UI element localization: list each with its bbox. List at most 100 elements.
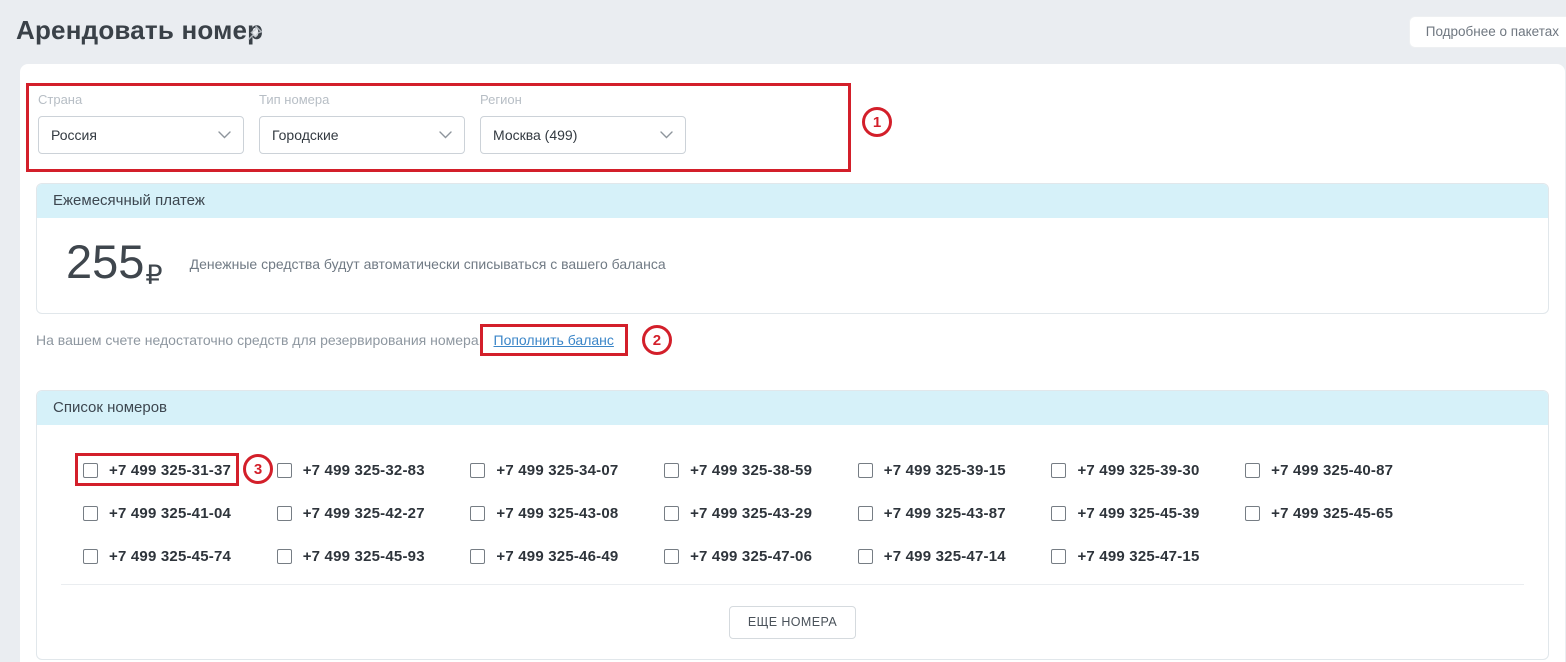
ruble-sign: ₽ — [145, 260, 162, 290]
phone-number-label: +7 499 325-45-65 — [1271, 505, 1393, 522]
number-type-select-value: Городские — [272, 127, 339, 143]
phone-number-option[interactable]: +7 499 325-45-74 — [83, 548, 231, 565]
phone-number-label: +7 499 325-43-08 — [496, 505, 618, 522]
phone-number-label: +7 499 325-38-59 — [690, 462, 812, 479]
filters-row: Страна Россия Тип номера Городские Регио… — [36, 80, 1549, 172]
phone-number-option[interactable]: +7 499 325-45-39 — [1051, 505, 1199, 522]
checkbox-icon[interactable] — [664, 549, 679, 564]
phone-number-option[interactable]: +7 499 325-39-15 — [858, 462, 1006, 479]
phone-number-option[interactable]: +7 499 325-39-30 — [1051, 462, 1199, 479]
region-field: Регион Москва (499) — [480, 92, 686, 154]
monthly-price-description: Денежные средства будут автоматически сп… — [190, 256, 666, 272]
numbers-list-header: Список номеров — [37, 391, 1548, 425]
monthly-payment-body: 255₽ Денежные средства будут автоматичес… — [37, 218, 1548, 313]
checkbox-icon[interactable] — [858, 549, 873, 564]
checkbox-icon[interactable] — [470, 463, 485, 478]
main-card: Страна Россия Тип номера Городские Регио… — [20, 64, 1565, 662]
phone-number-option[interactable]: +7 499 325-40-87 — [1245, 462, 1393, 479]
checkbox-icon[interactable] — [1051, 506, 1066, 521]
region-select[interactable]: Москва (499) — [480, 116, 686, 154]
phone-number-label: +7 499 325-45-93 — [303, 548, 425, 565]
phone-number-label: +7 499 325-46-49 — [496, 548, 618, 565]
pin-icon[interactable] — [246, 24, 264, 42]
phone-number-label: +7 499 325-39-30 — [1077, 462, 1199, 479]
phone-number-option[interactable]: +7 499 325-43-29 — [664, 505, 812, 522]
monthly-payment-header: Ежемесячный платеж — [37, 184, 1548, 218]
phone-number-label: +7 499 325-32-83 — [303, 462, 425, 479]
phone-number-option[interactable]: +7 499 325-32-83 — [277, 462, 425, 479]
checkbox-icon[interactable] — [470, 506, 485, 521]
phone-number-option[interactable]: +7 499 325-45-93 — [277, 548, 425, 565]
number-type-select[interactable]: Городские — [259, 116, 465, 154]
checkbox-icon[interactable] — [83, 506, 98, 521]
checkbox-icon[interactable] — [1245, 506, 1260, 521]
chevron-down-icon — [439, 131, 452, 139]
numbers-grid: +7 499 325-31-373+7 499 325-32-83+7 499 … — [37, 425, 1548, 578]
checkbox-icon[interactable] — [277, 463, 292, 478]
top-up-balance-link[interactable]: Пополнить баланс — [494, 332, 614, 348]
phone-number-option[interactable]: +7 499 325-47-14 — [858, 548, 1006, 565]
rent-number-page: { "page": { "title": "Арендовать номер" … — [0, 0, 1566, 662]
phone-number-option[interactable]: +7 499 325-46-49 — [470, 548, 618, 565]
balance-warning-row: На вашем счете недостаточно средств для … — [36, 321, 1549, 359]
phone-number-label: +7 499 325-41-04 — [109, 505, 231, 522]
country-label: Страна — [38, 92, 244, 107]
phone-number-option[interactable]: +7 499 325-42-27 — [277, 505, 425, 522]
region-select-value: Москва (499) — [493, 127, 577, 143]
region-label: Регион — [480, 92, 686, 107]
phone-number-label: +7 499 325-45-39 — [1077, 505, 1199, 522]
checkbox-icon[interactable] — [83, 549, 98, 564]
number-type-field: Тип номера Городские — [259, 92, 465, 154]
chevron-down-icon — [660, 131, 673, 139]
price-amount: 255 — [66, 235, 144, 288]
phone-number-option[interactable]: +7 499 325-38-59 — [664, 462, 812, 479]
checkbox-icon[interactable] — [1245, 463, 1260, 478]
annotation-circle-1: 1 — [862, 107, 892, 137]
checkbox-icon[interactable] — [664, 463, 679, 478]
checkbox-icon[interactable] — [858, 463, 873, 478]
country-select[interactable]: Россия — [38, 116, 244, 154]
page-header: Арендовать номер Подробнее о пакетах — [0, 0, 1566, 64]
annotation-box-2: Пополнить баланс — [480, 324, 628, 356]
numbers-list-panel: Список номеров +7 499 325-31-373+7 499 3… — [36, 390, 1549, 660]
checkbox-icon[interactable] — [858, 506, 873, 521]
chevron-down-icon — [218, 131, 231, 139]
packages-details-button[interactable]: Подробнее о пакетах — [1409, 16, 1566, 48]
more-numbers-row: ЕЩЕ НОМЕРА — [37, 585, 1548, 659]
checkbox-icon[interactable] — [83, 463, 98, 478]
monthly-payment-panel: Ежемесячный платеж 255₽ Денежные средств… — [36, 183, 1549, 314]
checkbox-icon[interactable] — [470, 549, 485, 564]
phone-number-label: +7 499 325-34-07 — [496, 462, 618, 479]
phone-number-option[interactable]: +7 499 325-45-65 — [1245, 505, 1393, 522]
annotation-circle-2: 2 — [642, 325, 672, 355]
annotation-box-1: Страна Россия Тип номера Городские Регио… — [26, 83, 851, 172]
checkbox-icon[interactable] — [1051, 463, 1066, 478]
phone-number-option[interactable]: +7 499 325-43-87 — [858, 505, 1006, 522]
phone-number-label: +7 499 325-31-37 — [109, 462, 231, 479]
phone-number-option[interactable]: +7 499 325-31-373 — [83, 462, 231, 479]
annotation-circle-3: 3 — [243, 454, 273, 484]
checkbox-icon[interactable] — [277, 506, 292, 521]
phone-number-label: +7 499 325-43-29 — [690, 505, 812, 522]
checkbox-icon[interactable] — [277, 549, 292, 564]
phone-number-label: +7 499 325-47-15 — [1077, 548, 1199, 565]
more-numbers-button[interactable]: ЕЩЕ НОМЕРА — [729, 606, 856, 639]
monthly-price: 255₽ — [66, 238, 163, 289]
phone-number-label: +7 499 325-39-15 — [884, 462, 1006, 479]
phone-number-option[interactable]: +7 499 325-41-04 — [83, 505, 231, 522]
phone-number-option[interactable]: +7 499 325-47-15 — [1051, 548, 1199, 565]
phone-number-label: +7 499 325-45-74 — [109, 548, 231, 565]
phone-number-label: +7 499 325-47-14 — [884, 548, 1006, 565]
checkbox-icon[interactable] — [1051, 549, 1066, 564]
phone-number-option[interactable]: +7 499 325-47-06 — [664, 548, 812, 565]
phone-number-option[interactable]: +7 499 325-34-07 — [470, 462, 618, 479]
country-field: Страна Россия — [38, 92, 244, 154]
phone-number-option[interactable]: +7 499 325-43-08 — [470, 505, 618, 522]
phone-number-label: +7 499 325-40-87 — [1271, 462, 1393, 479]
checkbox-icon[interactable] — [664, 506, 679, 521]
number-type-label: Тип номера — [259, 92, 465, 107]
phone-number-label: +7 499 325-42-27 — [303, 505, 425, 522]
phone-number-label: +7 499 325-47-06 — [690, 548, 812, 565]
phone-number-label: +7 499 325-43-87 — [884, 505, 1006, 522]
balance-warning-text: На вашем счете недостаточно средств для … — [36, 332, 483, 348]
